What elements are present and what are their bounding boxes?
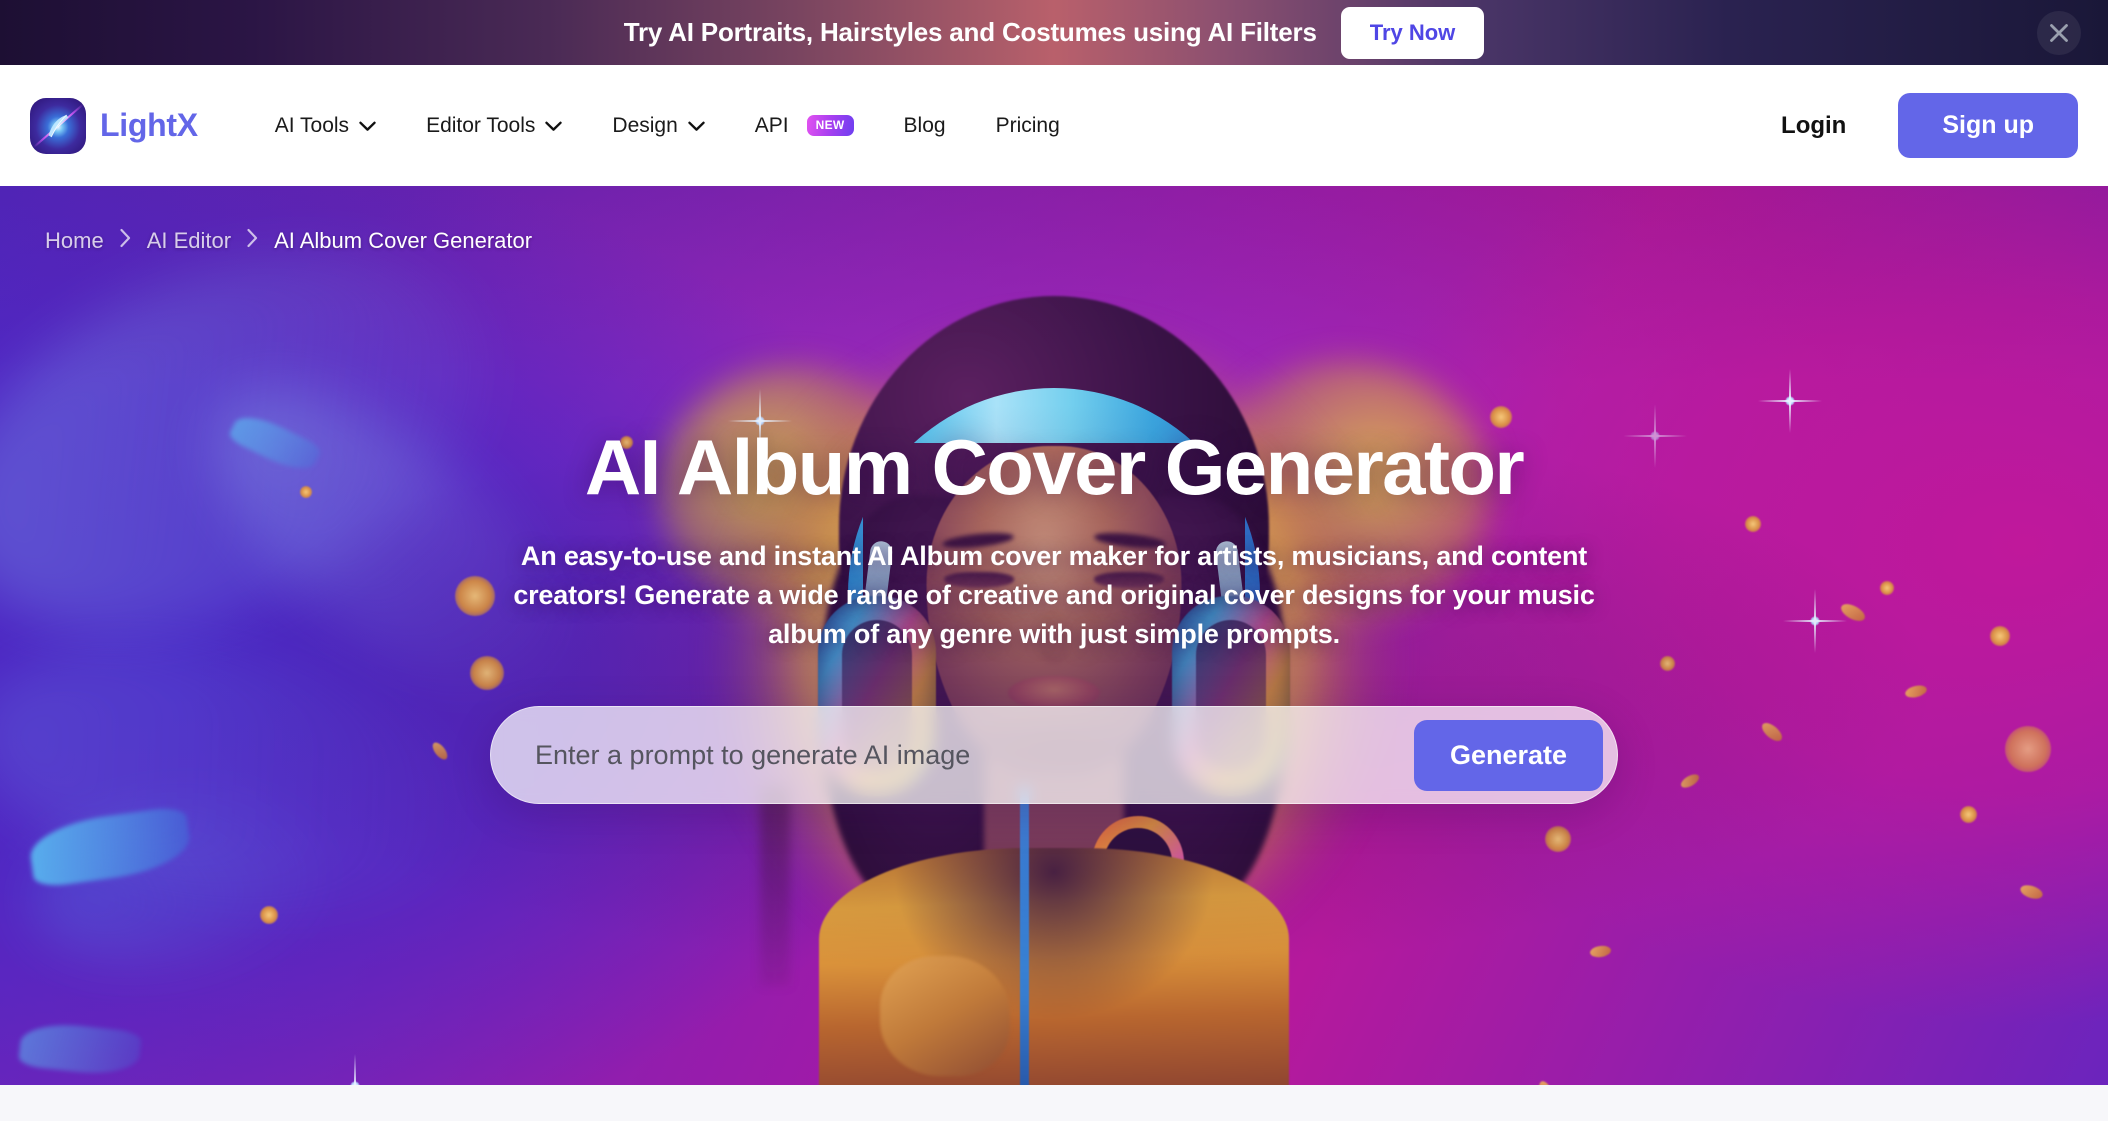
nav-item-label: AI Tools (274, 113, 350, 137)
generate-button[interactable]: Generate (1413, 719, 1603, 791)
chevron-down-icon (688, 114, 705, 138)
hero-content: Home AI Editor AI Album Cover Generator … (0, 186, 2108, 1085)
promo-banner: Try AI Portraits, Hairstyles and Costume… (0, 0, 2108, 65)
nav-item-label: API (754, 113, 789, 137)
breadcrumb-item-ai-editor[interactable]: AI Editor (147, 228, 231, 254)
nav-item-pricing[interactable]: Pricing (971, 106, 1085, 146)
chevron-down-icon (545, 114, 563, 138)
prompt-bar: Generate (490, 706, 1618, 805)
nav-item-label: Design (612, 113, 678, 137)
nav-item-blog[interactable]: Blog (879, 106, 971, 146)
new-badge: NEW (806, 115, 854, 136)
signup-button[interactable]: Sign up (1898, 93, 2078, 158)
nav-item-label: Editor Tools (426, 113, 536, 137)
hero-section: Home AI Editor AI Album Cover Generator … (0, 186, 2108, 1085)
nav-item-label: Pricing (995, 113, 1060, 137)
banner-close-button[interactable] (2037, 10, 2081, 55)
nav-item-label: Blog (903, 113, 946, 137)
page-body-below-hero (0, 1085, 2108, 1121)
chevron-right-icon (246, 228, 259, 254)
main-navigation-bar: LightX AI Tools Editor Tools Design API … (0, 65, 2108, 186)
nav-item-ai-tools[interactable]: AI Tools (250, 106, 401, 146)
breadcrumb-item-home[interactable]: Home (45, 228, 104, 254)
nav-item-editor-tools[interactable]: Editor Tools (401, 106, 587, 146)
promo-banner-message: Try AI Portraits, Hairstyles and Costume… (623, 17, 1317, 47)
lightx-logo-icon (30, 97, 86, 154)
chevron-right-icon (119, 228, 132, 254)
promo-banner-content: Try AI Portraits, Hairstyles and Costume… (623, 6, 1485, 59)
brand-logo-link[interactable]: LightX (30, 97, 198, 154)
page-title: AI Album Cover Generator (584, 423, 1525, 511)
chevron-down-icon (359, 114, 376, 138)
login-link[interactable]: Login (1755, 102, 1872, 150)
prompt-input[interactable] (535, 739, 1414, 771)
brand-name: LightX (100, 107, 198, 143)
nav-item-design[interactable]: Design (587, 106, 729, 146)
hero-text-block: AI Album Cover Generator An easy-to-use … (489, 423, 1619, 805)
close-icon (2046, 20, 2072, 46)
breadcrumb-item-current: AI Album Cover Generator (274, 228, 533, 253)
nav-account-actions: Login Sign up (1755, 93, 2078, 158)
page-subtitle: An easy-to-use and instant AI Album cove… (513, 540, 1595, 649)
breadcrumb: Home AI Editor AI Album Cover Generator (0, 186, 2108, 254)
nav-item-api[interactable]: API NEW (730, 106, 879, 146)
try-now-button[interactable]: Try Now (1340, 6, 1485, 59)
nav-links: AI Tools Editor Tools Design API NEW Blo… (250, 106, 1085, 146)
